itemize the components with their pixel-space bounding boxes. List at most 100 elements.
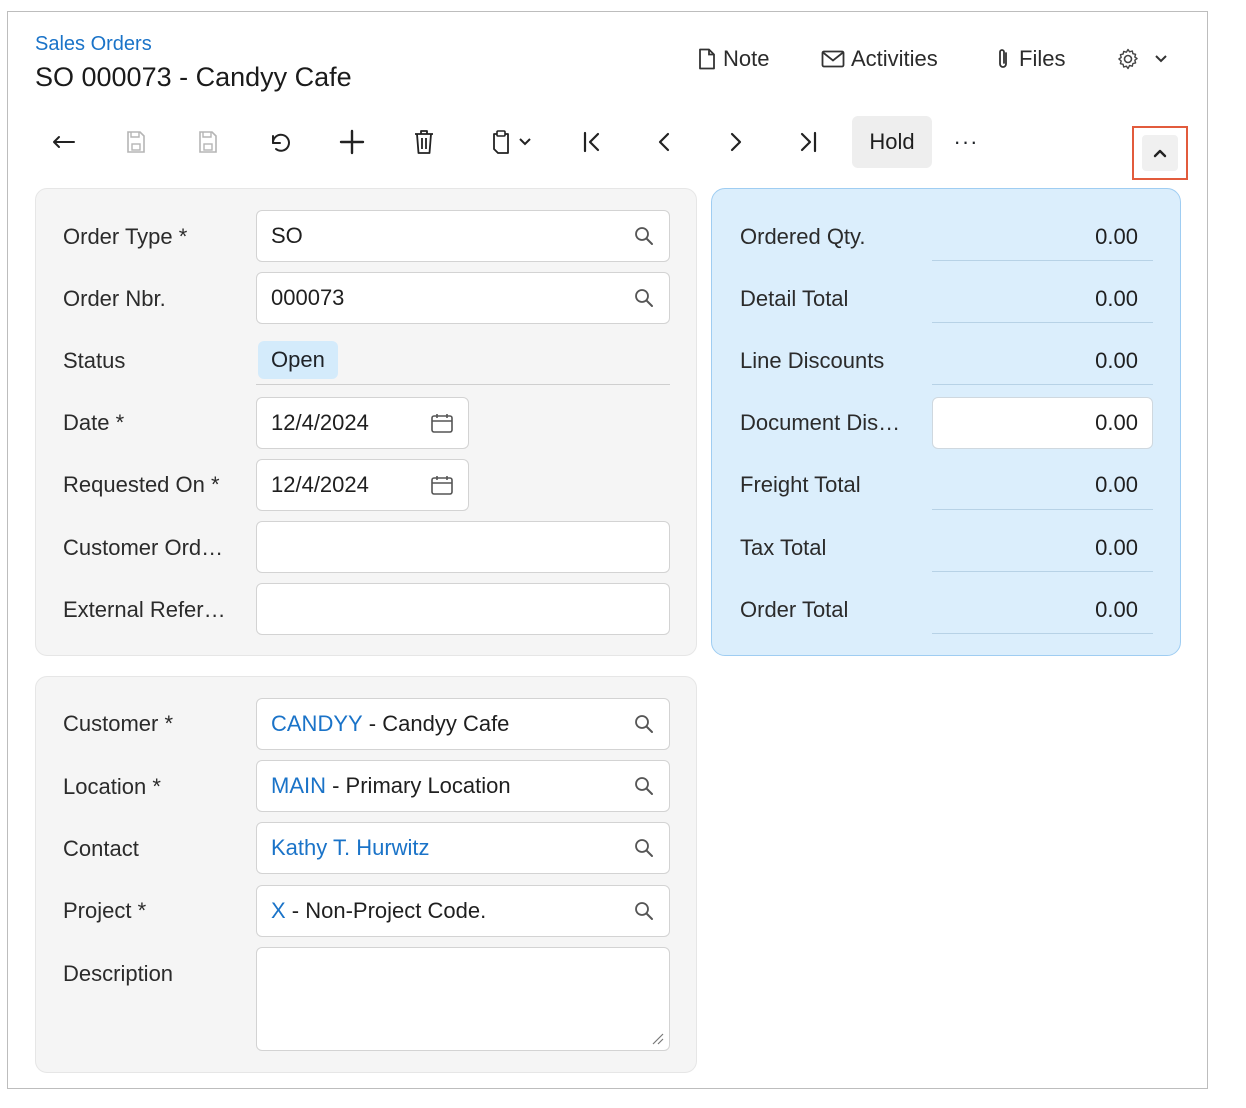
line-discounts-label: Line Discounts <box>740 348 885 373</box>
order-type-field[interactable]: SO <box>256 210 670 262</box>
location-name: - Primary Location <box>326 773 511 798</box>
customer-order-field[interactable] <box>256 521 670 573</box>
requested-on-value: 12/4/2024 <box>271 472 369 497</box>
status-label: Status <box>63 348 126 373</box>
search-icon[interactable] <box>633 900 655 922</box>
activities-button[interactable]: Activities <box>821 44 938 74</box>
freight-total-value: 0.00 <box>1095 472 1138 497</box>
ordered-qty-label: Ordered Qty. <box>740 224 866 249</box>
collapse-button-inner[interactable] <box>1142 135 1178 171</box>
ordered-qty-value: 0.00 <box>1095 224 1138 249</box>
gear-icon <box>1118 48 1138 70</box>
copy-paste-menu-button[interactable] <box>480 118 542 166</box>
search-icon[interactable] <box>633 225 655 247</box>
status-badge: Open <box>258 341 338 379</box>
date-label: Date * <box>63 410 125 435</box>
calendar-icon[interactable] <box>430 412 454 434</box>
divider <box>932 260 1153 261</box>
location-code-link[interactable]: MAIN <box>271 773 326 799</box>
tax-total-value: 0.00 <box>1095 535 1138 560</box>
order-nbr-label: Order Nbr. <box>63 286 166 311</box>
customer-label: Customer * <box>63 711 174 736</box>
next-record-button[interactable] <box>714 118 758 166</box>
project-code-link[interactable]: X <box>271 898 286 924</box>
line-discounts-value: 0.00 <box>1095 348 1138 373</box>
order-nbr-field[interactable]: 000073 <box>256 272 670 324</box>
search-icon[interactable] <box>633 713 655 735</box>
chevron-down-icon <box>519 138 531 146</box>
resize-handle-icon[interactable] <box>651 1032 665 1046</box>
date-field[interactable]: 12/4/2024 <box>256 397 469 449</box>
chevron-left-icon <box>658 132 670 152</box>
divider <box>932 633 1153 634</box>
settings-menu-button[interactable] <box>1116 44 1174 74</box>
save-icon <box>199 131 217 153</box>
note-button[interactable]: Note <box>697 44 769 74</box>
chevron-down-icon <box>1155 55 1167 63</box>
order-type-value: SO <box>271 223 303 248</box>
first-record-button[interactable] <box>570 118 614 166</box>
last-icon <box>800 131 817 153</box>
paperclip-icon <box>999 49 1007 68</box>
customer-name: - Candyy Cafe <box>362 711 510 736</box>
location-field[interactable]: MAIN - Primary Location <box>256 760 670 812</box>
project-field[interactable]: X - Non-Project Code. <box>256 885 670 937</box>
status-divider <box>256 384 670 385</box>
last-record-button[interactable] <box>786 118 830 166</box>
requested-on-field[interactable]: 12/4/2024 <box>256 459 469 511</box>
calendar-icon[interactable] <box>430 474 454 496</box>
save-button[interactable] <box>186 118 230 166</box>
previous-record-button[interactable] <box>642 118 686 166</box>
detail-total-label: Detail Total <box>740 286 849 311</box>
hold-button[interactable]: Hold <box>852 116 932 168</box>
customer-ord-label: Customer Ord… <box>63 535 224 560</box>
page-title: SO 000073 - Candyy Cafe <box>35 62 352 92</box>
save-close-button[interactable] <box>114 118 158 166</box>
undo-icon <box>271 133 290 152</box>
order-total-label: Order Total <box>740 597 849 622</box>
external-ref-field[interactable] <box>256 583 670 635</box>
activities-label: Activities <box>851 46 938 71</box>
collapse-header-button[interactable] <box>1132 126 1188 180</box>
more-actions-button[interactable]: ··· <box>944 118 988 166</box>
search-icon[interactable] <box>633 837 655 859</box>
clipboard-icon <box>493 130 509 154</box>
search-icon[interactable] <box>633 775 655 797</box>
divider <box>932 571 1153 572</box>
add-button[interactable] <box>330 118 374 166</box>
contact-label: Contact <box>63 836 139 861</box>
breadcrumb-sales-orders[interactable]: Sales Orders <box>35 33 152 56</box>
delete-button[interactable] <box>402 118 446 166</box>
date-value: 12/4/2024 <box>271 410 369 435</box>
note-label: Note <box>723 46 770 71</box>
description-label: Description <box>63 961 174 986</box>
plus-icon <box>339 129 365 155</box>
detail-total-value: 0.00 <box>1095 286 1138 311</box>
files-label: Files <box>1019 46 1066 71</box>
note-icon <box>699 48 715 70</box>
divider <box>932 384 1153 385</box>
location-label: Location * <box>63 774 161 799</box>
mail-icon <box>821 50 845 68</box>
description-textarea[interactable] <box>256 947 670 1051</box>
divider <box>932 509 1153 510</box>
order-nbr-value: 000073 <box>271 285 345 310</box>
customer-field[interactable]: CANDYY - Candyy Cafe <box>256 698 670 750</box>
order-total-value: 0.00 <box>1095 597 1138 622</box>
arrow-back-icon <box>53 136 75 148</box>
save-close-icon <box>127 131 145 153</box>
search-icon[interactable] <box>633 287 655 309</box>
trash-icon <box>415 130 433 154</box>
files-button[interactable]: Files <box>993 44 1065 74</box>
order-type-label: Order Type * <box>63 224 188 249</box>
contact-link[interactable]: Kathy T. Hurwitz <box>271 835 430 861</box>
first-icon <box>583 131 600 153</box>
undo-button[interactable] <box>258 118 302 166</box>
contact-field[interactable]: Kathy T. Hurwitz <box>256 822 670 874</box>
chevron-right-icon <box>730 132 742 152</box>
document-discount-value: 0.00 <box>1095 410 1138 435</box>
chevron-up-icon <box>1153 149 1167 158</box>
customer-code-link[interactable]: CANDYY <box>271 711 363 737</box>
divider <box>932 322 1153 323</box>
back-button[interactable] <box>42 118 86 166</box>
